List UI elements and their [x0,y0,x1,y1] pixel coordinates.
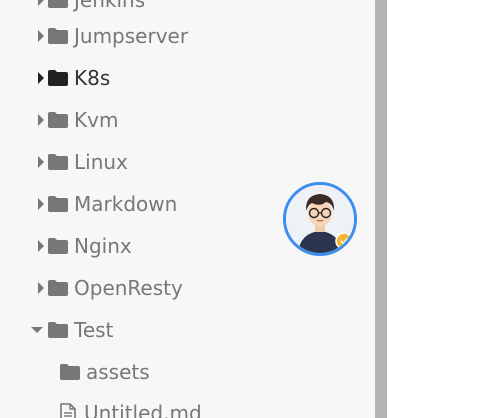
tree-item-label: K8s [74,66,111,90]
folder-icon [48,70,68,86]
tree-item-assets[interactable]: assets [60,357,150,387]
folder-icon [48,322,68,338]
caret-right-icon[interactable] [36,154,46,170]
tree-item-jumpserver[interactable]: Jumpserver [36,21,188,51]
caret-down-icon[interactable] [30,322,44,338]
tree-item-nginx[interactable]: Nginx [36,231,132,261]
caret-right-icon[interactable] [36,238,46,254]
tree-item-jenkins[interactable]: Jenkins [36,0,145,15]
tree-item-markdown[interactable]: Markdown [36,189,177,219]
user-avatar-icon[interactable] [283,182,357,256]
editor-area[interactable] [387,0,488,418]
tree-item-label: Kvm [74,108,119,132]
tree-item-k8s[interactable]: K8s [36,63,110,93]
caret-right-icon[interactable] [36,112,46,128]
tree-item-untitled-md[interactable]: Untitled.md [60,398,202,418]
sidebar-scrollbar[interactable] [375,0,387,418]
tree-item-test[interactable]: Test [30,315,113,345]
caret-right-icon[interactable] [36,28,46,44]
tree-item-label: Test [74,318,114,342]
folder-icon [48,28,68,44]
caret-right-icon[interactable] [36,280,46,296]
tree-item-label: Markdown [74,192,178,216]
tree-item-label: Jenkins [74,0,146,12]
caret-right-icon[interactable] [36,0,46,8]
folder-icon [60,364,80,380]
folder-icon [48,154,68,170]
tree-item-label: Nginx [74,234,132,258]
tree-item-openresty[interactable]: OpenResty [36,273,183,303]
file-tree-sidebar: Jenkins Jumpserver K8s Kvm Linux Markdow… [0,0,375,418]
tree-item-label: assets [86,360,150,384]
folder-icon [48,112,68,128]
folder-icon [48,280,68,296]
caret-right-icon[interactable] [36,196,46,212]
file-icon [60,403,76,418]
tree-item-label: Jumpserver [74,24,189,48]
tree-item-label: OpenResty [74,276,183,300]
tree-item-linux[interactable]: Linux [36,147,128,177]
caret-right-icon[interactable] [36,70,46,86]
tree-item-label: Linux [74,150,128,174]
tree-item-kvm[interactable]: Kvm [36,105,118,135]
folder-icon [48,196,68,212]
folder-icon [48,0,68,8]
tree-item-label: Untitled.md [84,401,202,418]
folder-icon [48,238,68,254]
